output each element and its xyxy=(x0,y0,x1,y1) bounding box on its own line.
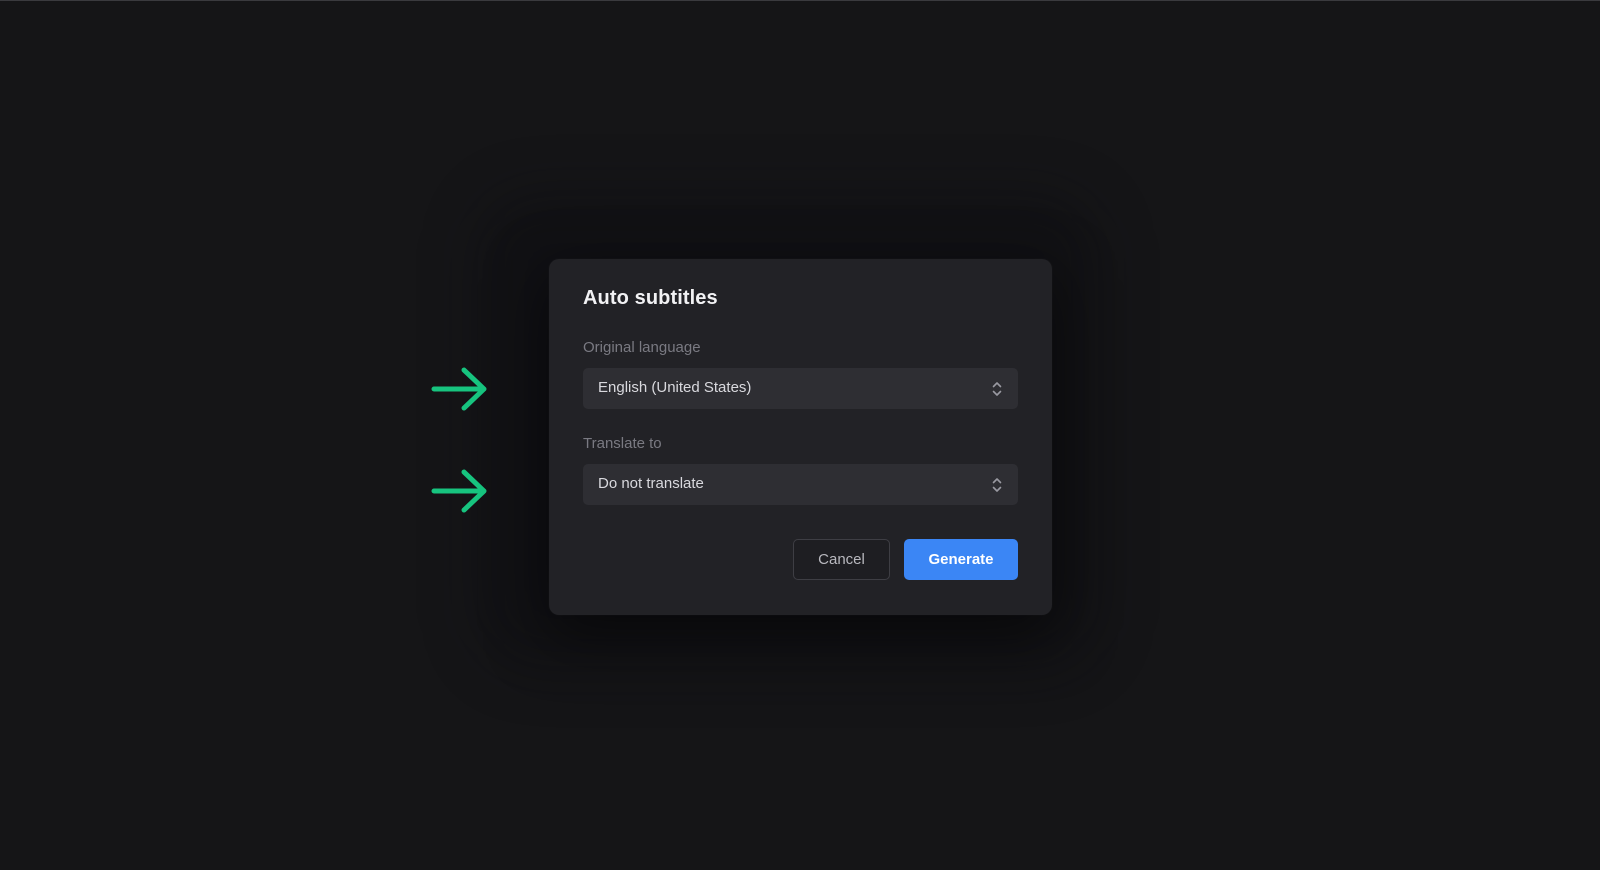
cancel-button[interactable]: Cancel xyxy=(793,539,890,580)
original-language-label: Original language xyxy=(583,339,701,356)
top-border xyxy=(0,0,1600,1)
chevron-up-down-icon xyxy=(992,382,1002,396)
translate-to-value: Do not translate xyxy=(598,475,704,492)
translate-to-select[interactable]: Do not translate xyxy=(583,464,1018,505)
generate-button[interactable]: Generate xyxy=(904,539,1018,580)
chevron-up-down-icon xyxy=(992,478,1002,492)
arrow-right-icon xyxy=(431,367,487,411)
auto-subtitles-dialog: Auto subtitles Original language English… xyxy=(549,259,1052,615)
original-language-value: English (United States) xyxy=(598,379,752,396)
dialog-title: Auto subtitles xyxy=(583,287,718,309)
arrow-right-icon xyxy=(431,469,487,513)
translate-to-label: Translate to xyxy=(583,435,662,452)
dialog-actions: Cancel Generate xyxy=(793,539,1018,580)
original-language-select[interactable]: English (United States) xyxy=(583,368,1018,409)
